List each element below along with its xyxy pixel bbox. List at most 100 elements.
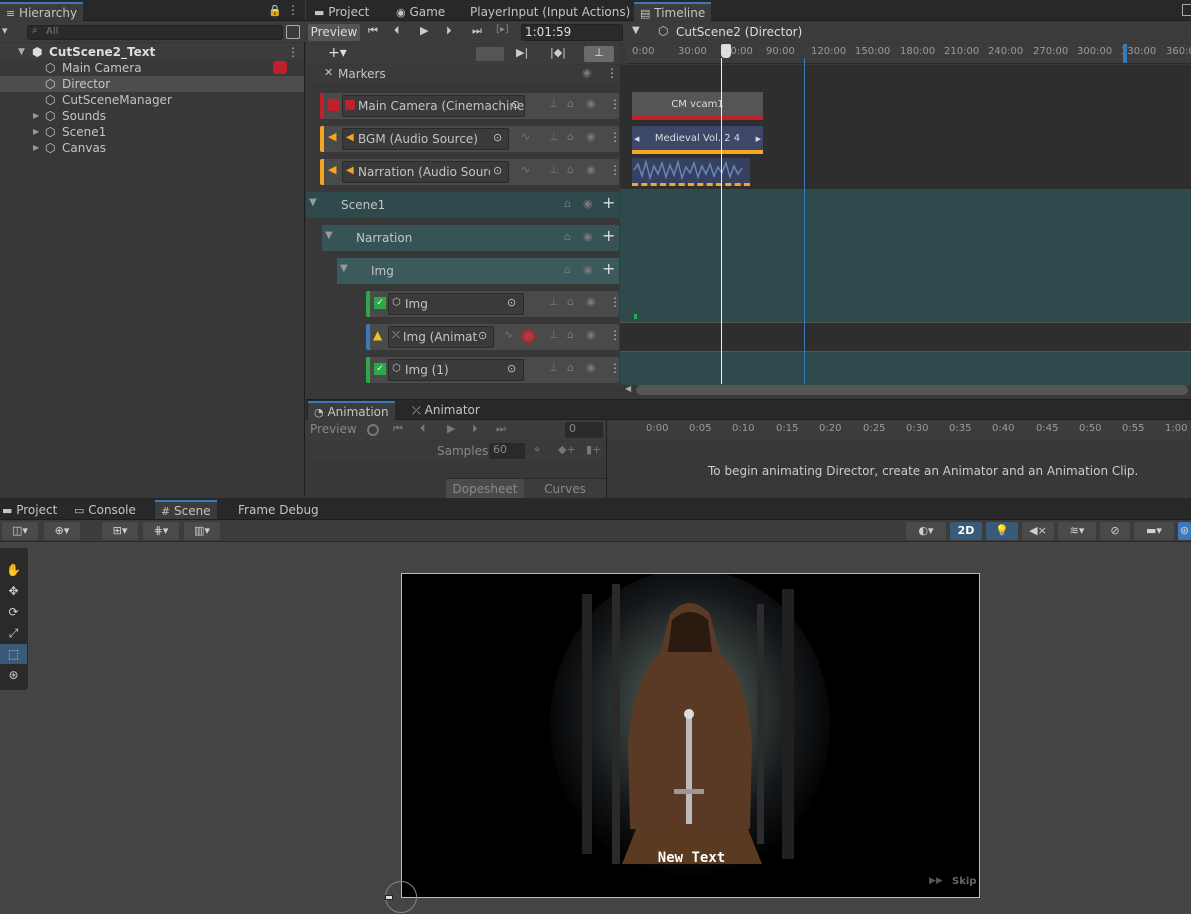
group-narration[interactable]: ▼ Narration ⌂ ◉ +: [322, 225, 619, 251]
group-add-icon[interactable]: +: [602, 226, 615, 245]
add-track-icon[interactable]: +▾: [328, 45, 347, 61]
global-local-dropdown[interactable]: ⊕▾: [44, 522, 80, 540]
track-pin-icon[interactable]: ⊥: [549, 361, 559, 374]
next-key-icon[interactable]: ⏵: [472, 422, 478, 436]
track-lock-icon[interactable]: ⌂: [567, 163, 574, 176]
track-mute-icon[interactable]: ◉: [586, 130, 596, 143]
scroll-left-icon[interactable]: ◀: [625, 384, 631, 393]
track-more-icon[interactable]: ⋮: [609, 97, 621, 111]
hierarchy-search-input[interactable]: ⌕ All: [27, 25, 283, 40]
replace-icon[interactable]: |◆|: [550, 46, 566, 59]
play-icon[interactable]: ▶: [447, 422, 455, 435]
track-pin-icon[interactable]: ⊥: [549, 163, 559, 176]
object-picker-icon[interactable]: ⊙: [507, 362, 516, 375]
pin-icon[interactable]: ⊥: [584, 46, 614, 62]
track-more-icon[interactable]: ⋮: [609, 295, 621, 309]
group-add-icon[interactable]: +: [602, 259, 615, 278]
draw-mode-dropdown[interactable]: ◫▾: [2, 522, 38, 540]
clip-cm-vcam1[interactable]: CM vcam1: [632, 92, 763, 120]
group-add-icon[interactable]: +: [602, 193, 615, 212]
timeline-dropdown-icon[interactable]: ▼: [632, 25, 640, 36]
hierarchy-item[interactable]: ▶ ⬡ Sounds: [0, 108, 304, 124]
track-header-camera[interactable]: Main Camera (Cinemachine ⊙ ⊥ ⌂ ◉ ⋮: [320, 93, 621, 119]
track-header-img-activation[interactable]: ✓ ⬡ Img ⊙ ⊥ ⌂ ◉ ⋮: [366, 291, 621, 317]
audio-toggle[interactable]: ◀×: [1022, 522, 1054, 540]
track-binding-field[interactable]: Main Camera (Cinemachine ⊙: [342, 95, 525, 117]
animation-ruler[interactable]: 0:00 0:05 0:10 0:15 0:20 0:25 0:30 0:35 …: [608, 420, 1191, 440]
transform-tool-icon[interactable]: ⊛: [0, 665, 27, 685]
curves-icon[interactable]: ∿: [504, 328, 513, 341]
ripple-icon[interactable]: ▶|: [516, 46, 528, 59]
clip-bgm[interactable]: ◀ Medieval Vol. 2 4 ▶: [632, 126, 763, 154]
tab-frame-debug[interactable]: Frame Debug: [232, 501, 325, 519]
search-by-type-icon[interactable]: [286, 25, 300, 39]
tab-project[interactable]: ▬ Project: [0, 501, 63, 519]
time-field[interactable]: 1:01:59: [521, 24, 623, 41]
goto-start-icon[interactable]: ⏮: [368, 24, 378, 38]
track-mute-icon[interactable]: ◉: [586, 328, 596, 341]
rotate-tool-icon[interactable]: ⟳: [0, 602, 27, 622]
active-checkbox[interactable]: ✓: [374, 363, 386, 375]
scale-tool-icon[interactable]: ⤢: [0, 623, 27, 643]
active-checkbox[interactable]: ✓: [374, 297, 386, 309]
track-lock-icon[interactable]: ⌂: [567, 295, 574, 308]
hand-tool-icon[interactable]: ✋: [0, 560, 27, 580]
track-mute-icon[interactable]: ◉: [586, 163, 596, 176]
track-mute-icon[interactable]: ◉: [586, 295, 596, 308]
add-event-icon[interactable]: ▮+: [586, 443, 601, 456]
object-picker-icon[interactable]: ⊙: [478, 329, 487, 342]
rect-handle-corner[interactable]: [385, 895, 393, 900]
rect-tool-icon[interactable]: ⬚: [0, 644, 27, 664]
frame-field[interactable]: 0: [565, 422, 603, 438]
group-img[interactable]: ▼ Img ⌂ ◉ +: [337, 258, 619, 284]
activation-clip[interactable]: [634, 314, 637, 319]
maximize-icon[interactable]: [1182, 4, 1191, 16]
camera-dropdown[interactable]: ▬▾: [1134, 522, 1174, 540]
track-binding-field[interactable]: ⬡ Img ⊙: [388, 293, 524, 315]
hierarchy-item[interactable]: ▶ ⬡ Scene1: [0, 124, 304, 140]
goto-end-icon[interactable]: ⏭: [472, 24, 482, 38]
record-icon[interactable]: [522, 330, 535, 343]
tab-curves[interactable]: Curves: [526, 479, 604, 499]
markers-more-icon[interactable]: ⋮: [606, 66, 618, 80]
gizmos-toggle[interactable]: ⊛: [1178, 522, 1191, 540]
track-header-img-animation[interactable]: ▲ ⤫ Img (Animat ⊙ ∿ ⊥ ⌂ ◉ ⋮: [366, 324, 621, 350]
pivot-dropdown[interactable]: ⊞▾: [102, 522, 138, 540]
scene-more-icon[interactable]: ⋮: [287, 44, 299, 60]
lock-icon[interactable]: 🔒: [268, 4, 282, 17]
track-header-narration[interactable]: ◀ ◀ Narration (Audio Source) ⊙ ∿ ⊥ ⌂ ◉ ⋮: [320, 159, 621, 185]
group-lock-icon[interactable]: ⌂: [564, 230, 571, 243]
track-mute-icon[interactable]: ◉: [586, 361, 596, 374]
group-expand-icon[interactable]: ▼: [325, 230, 333, 241]
samples-field[interactable]: 60: [489, 443, 525, 459]
collapsed-arrow-icon[interactable]: ▶: [33, 124, 39, 140]
lighting-toggle[interactable]: 💡: [986, 522, 1018, 540]
director-breadcrumb[interactable]: CutScene2 (Director): [676, 25, 802, 39]
anim-preview-toggle[interactable]: Preview: [310, 422, 357, 436]
group-scene1[interactable]: ▼ Scene1 ⌂ ◉ +: [306, 192, 619, 218]
snap-toggle[interactable]: [476, 47, 504, 61]
curves-icon[interactable]: ∿: [521, 163, 530, 176]
object-picker-icon[interactable]: ⊙: [511, 98, 520, 111]
group-visibility-icon[interactable]: ◉: [583, 230, 593, 243]
tab-animator[interactable]: ⤫ Animator: [406, 401, 486, 419]
track-more-icon[interactable]: ⋮: [609, 361, 621, 375]
effects-dropdown[interactable]: ≋▾: [1058, 522, 1096, 540]
preview-toggle[interactable]: Preview: [308, 24, 360, 41]
track-pin-icon[interactable]: ⊥: [549, 295, 559, 308]
add-dropdown-icon[interactable]: ▾: [2, 24, 8, 37]
track-pin-icon[interactable]: ⊥: [549, 328, 559, 341]
prev-frame-icon[interactable]: ⏴: [394, 24, 400, 38]
hidden-toggle[interactable]: ⊘: [1100, 522, 1130, 540]
next-frame-icon[interactable]: ⏵: [446, 24, 452, 38]
skip-icon[interactable]: ▶▶: [929, 876, 943, 886]
track-lock-icon[interactable]: ⌂: [567, 130, 574, 143]
goto-end-icon[interactable]: ⏭: [496, 422, 506, 436]
track-binding-field[interactable]: ⤫ Img (Animat ⊙: [388, 326, 494, 348]
track-more-icon[interactable]: ⋮: [609, 163, 621, 177]
move-tool-icon[interactable]: ✥: [0, 581, 27, 601]
tab-dopesheet[interactable]: Dopesheet: [446, 479, 524, 499]
2d-toggle[interactable]: 2D: [950, 522, 982, 540]
clip-narration-waveform[interactable]: [632, 158, 750, 186]
game-canvas[interactable]: New Text ▶▶ Skip: [401, 573, 980, 898]
